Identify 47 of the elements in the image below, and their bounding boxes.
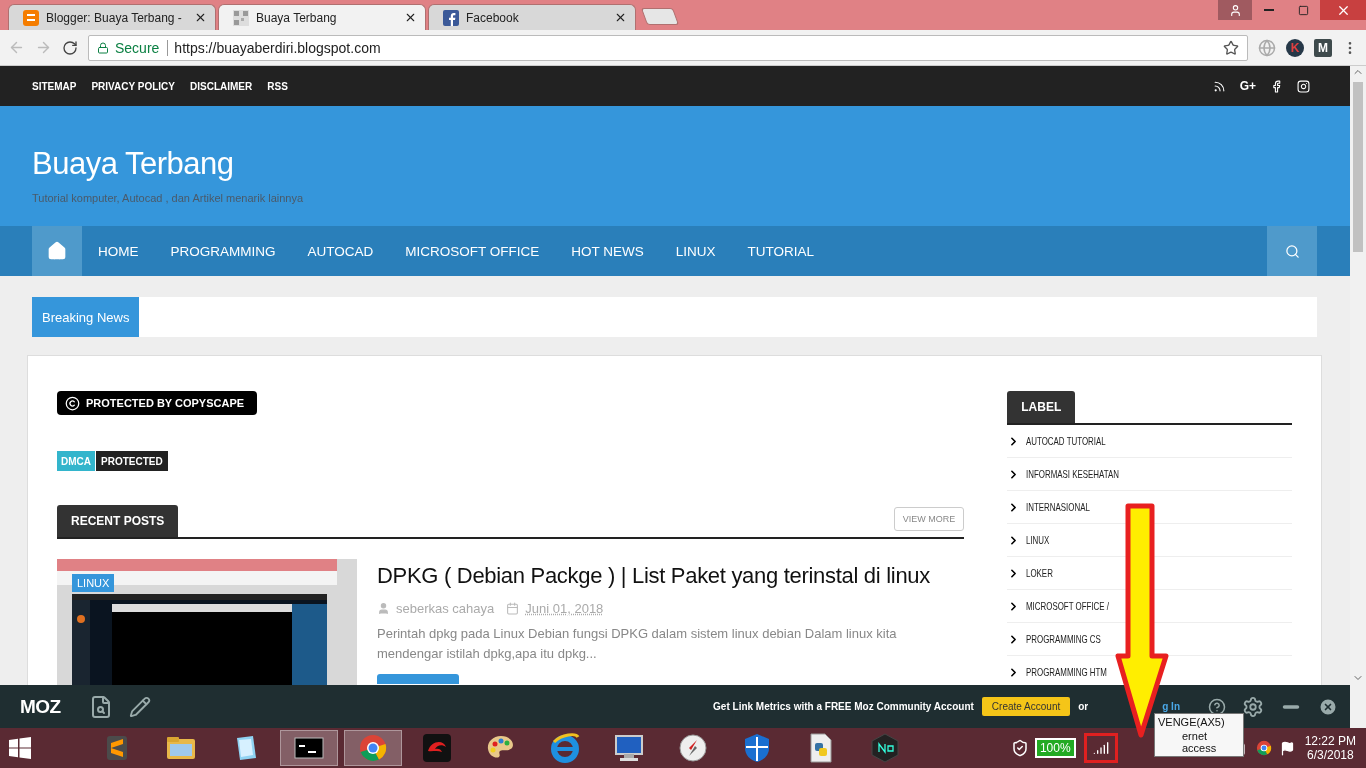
label-link[interactable]: INTERNASIONAL [1026,500,1091,513]
address-bar[interactable]: Secure https://buayaberdiri.blogspot.com [88,34,1248,61]
network-status: ernet access [1181,730,1218,754]
copyscape-badge[interactable]: PROTECTED BY COPYSCAPE [57,391,257,415]
menu-item[interactable]: HOT NEWS [555,226,660,276]
site-tagline: Tutorial komputer, Autocad , dan Artikel menarik lainnya [32,192,305,204]
author-name: seberkas cahaya [396,601,495,616]
copyscape-text: PROTECTED BY COPYSCAPE [86,397,245,409]
menu-item[interactable]: HOME [82,226,155,276]
browser-tab[interactable]: Blogger: Buaya Terbang - [8,4,216,30]
extension-button[interactable]: M [1314,38,1332,57]
create-account-button[interactable]: Create Account [981,697,1071,716]
section-heading: LABEL [1007,391,1076,423]
social-link[interactable]: G+ [1239,79,1256,93]
login-link[interactable]: g In [1162,701,1180,712]
browser-tab[interactable]: Facebook [428,4,636,30]
label-link[interactable]: MICROSOFT OFFICE / [1026,599,1110,612]
view-more-button[interactable]: VIEW MORE [893,507,965,531]
post-date: Juni 01, 2018 [525,601,604,616]
post-title-link[interactable]: DPKG ( Debian Packge ) | List Paket yang terinstal di linux [377,563,937,589]
label-link[interactable]: INFORMASI KESEHATAN [1026,467,1120,480]
label-link[interactable]: PROGRAMMING HTM [1026,665,1108,678]
label-link[interactable]: LOKER [1026,566,1054,579]
menu-item[interactable]: PROGRAMMING [154,226,292,276]
or-text: or [1078,701,1089,712]
clock[interactable]: 12:22 PM 6/3/2018 [1304,734,1356,762]
label-link[interactable]: PROGRAMMING CS [1026,632,1102,645]
menu-item[interactable]: TUTORIAL [731,226,831,276]
section-heading: RECENT POSTS [57,505,179,537]
menu-item[interactable]: AUTOCAD [291,226,390,276]
menu-item[interactable]: MICROSOFT OFFICE [389,226,556,276]
top-nav-link[interactable]: PRIVACY POLICY [91,80,175,92]
label-link[interactable]: LINUX [1026,533,1050,546]
top-nav-link[interactable]: RSS [267,80,288,92]
label-link[interactable]: AUTOCAD TUTORIAL [1026,434,1106,447]
breaking-news-label: Breaking News [32,297,140,337]
post-excerpt: Perintah dpkg pada Linux Debian fungsi DPKG dalam sistem linux debian Dalam linux kita mendengar istilah dpkg,apa itu dpkg... [377,625,898,663]
network-name: VENGE(AX5) [1158,716,1226,728]
top-nav-link[interactable]: DISCLAIMER [190,80,253,92]
menu-item[interactable]: LINUX [659,226,732,276]
url-text: https://buayaberdiri.blogspot.com [174,39,381,56]
browser-tab[interactable]: Buaya Terbang [218,4,426,30]
secure-label: Secure [115,39,169,56]
moz-logo: MOZ [20,695,61,718]
top-nav-link[interactable]: SITEMAP [32,80,77,92]
site-title: Buaya Terbang [32,146,235,182]
moz-message: Get Link Metrics with a FREE Moz Community Account [713,701,974,712]
